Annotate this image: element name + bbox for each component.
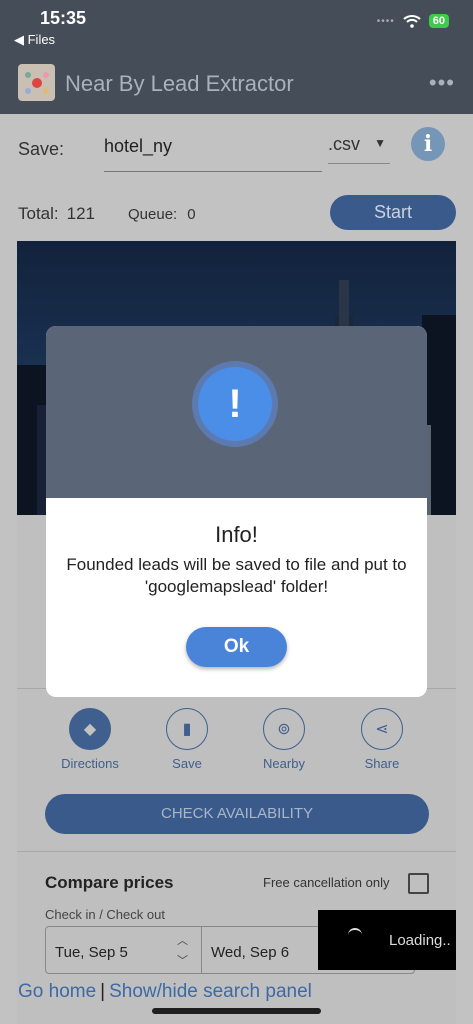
info-dialog: ! Info! Founded leads will be saved to f… [46, 326, 427, 697]
loading-toast: Loading.. [318, 910, 456, 970]
nearby-icon: ⊚ [263, 708, 305, 750]
free-cancellation-checkbox[interactable] [408, 873, 429, 894]
total-value: 121 [66, 204, 96, 223]
loading-text: Loading.. [389, 932, 451, 949]
total-label: Total: [18, 204, 59, 223]
app-logo-icon [18, 64, 55, 101]
wifi-icon [403, 15, 421, 28]
dropdown-caret-icon: ▼ [374, 136, 386, 150]
footer-links: Go home | Show/hide search panel [18, 981, 312, 1003]
save-label: Save: [18, 139, 65, 159]
info-icon[interactable]: i [411, 127, 445, 161]
home-indicator [152, 1008, 321, 1014]
directions-label: Directions [61, 756, 119, 771]
queue-label: Queue: [128, 206, 178, 223]
nearby-button[interactable]: ⊚ Nearby [244, 708, 324, 771]
share-button[interactable]: ⋖ Share [342, 708, 422, 771]
battery-icon: 60 [428, 14, 449, 28]
place-actions: ◆ Directions ▮ Save ⊚ Nearby ⋖ Share [40, 708, 440, 778]
save-place-label: Save [172, 756, 202, 771]
dialog-message: Founded leads will be saved to file and … [66, 555, 407, 596]
app-title: Near By Lead Extractor [65, 71, 294, 96]
toggle-search-panel-link[interactable]: Show/hide search panel [109, 981, 312, 1002]
date-separator [201, 926, 202, 974]
back-to-files-link[interactable]: ◀ Files [14, 32, 55, 48]
extension-select[interactable]: .csv ▼ [328, 134, 390, 164]
free-cancellation-label: Free cancellation only [263, 875, 390, 890]
dialog-title: Info! [215, 522, 258, 547]
nearby-label: Nearby [263, 756, 305, 771]
more-horizontal-icon[interactable]: ••• [429, 70, 455, 96]
directions-button[interactable]: ◆ Directions [50, 708, 130, 771]
status-time: 15:35 [40, 8, 87, 28]
queue-count: Queue: 0 [128, 206, 196, 223]
spinner-icon [348, 928, 362, 942]
alert-icon: ! [192, 361, 278, 447]
signal-icon: •••• [376, 15, 395, 27]
extension-value: .csv [328, 134, 361, 154]
status-bar: 15:35 ◀ Files •••• 60 [0, 0, 473, 58]
dialog-header: ! [46, 326, 427, 498]
check-availability-button[interactable]: CHECK AVAILABILITY [45, 794, 429, 834]
date-stepper-icon[interactable]: ︿ ﹀ [177, 931, 188, 971]
share-label: Share [364, 756, 400, 771]
queue-value: 0 [187, 206, 196, 223]
share-icon: ⋖ [361, 708, 403, 750]
alert-icon-glyph: ! [198, 367, 272, 441]
link-separator: | [100, 981, 106, 1002]
start-button[interactable]: Start [330, 195, 456, 230]
total-count: Total: 121 [18, 204, 95, 224]
divider [17, 851, 456, 852]
checkin-label: Check in / Check out [45, 907, 165, 922]
status-icons: •••• 60 [377, 14, 449, 28]
ok-button[interactable]: Ok [186, 627, 287, 667]
app-bar: Near By Lead Extractor ••• [0, 58, 473, 114]
checkin-date[interactable]: Tue, Sep 5 [55, 944, 128, 961]
go-home-link[interactable]: Go home [18, 981, 96, 1002]
checkout-date[interactable]: Wed, Sep 6 [211, 944, 289, 961]
bookmark-icon: ▮ [166, 708, 208, 750]
save-place-button[interactable]: ▮ Save [147, 708, 227, 771]
directions-icon: ◆ [69, 708, 111, 750]
filename-input[interactable]: hotel_ny [104, 134, 322, 172]
compare-prices-heading: Compare prices [45, 873, 174, 892]
